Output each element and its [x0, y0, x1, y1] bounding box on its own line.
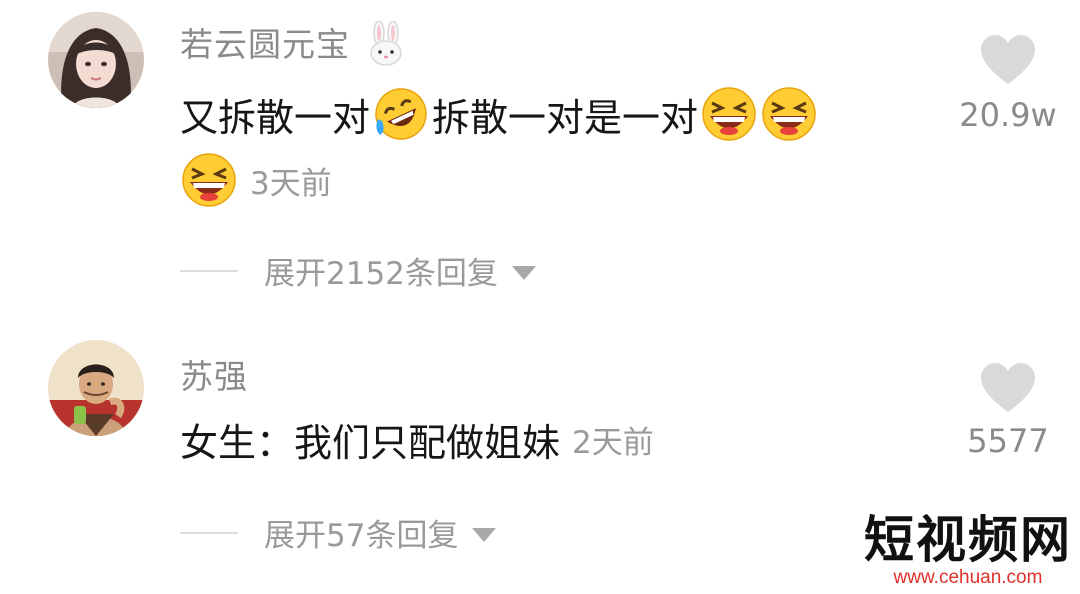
heart-icon [981, 363, 1035, 412]
comment-text-content: 女生：我们只配做姐妹 [180, 420, 561, 465]
site-watermark: 短视频网 www.cehuan.com [864, 512, 1072, 588]
caret-down-icon [511, 265, 536, 280]
like-count: 20.9w [959, 96, 1057, 134]
comment-username[interactable]: 苏强 [180, 350, 248, 398]
watermark-title: 短视频网 [864, 510, 1072, 569]
expand-replies-button[interactable]: 展开57条回复 [180, 510, 497, 555]
divider-dash [180, 269, 238, 272]
watermark-url: www.cehuan.com [893, 567, 1043, 588]
heart-icon [981, 35, 1035, 84]
like-count: 5577 [967, 422, 1049, 460]
comment-text-part1: 又拆散一对 [180, 95, 371, 140]
laughing-emoji [702, 87, 756, 141]
laughing-emoji [182, 153, 236, 207]
like-button[interactable] [948, 362, 1068, 418]
comment-time: 2天前 [572, 424, 654, 461]
rabbit-icon [369, 19, 402, 66]
comment-text: 女生：我们只配做姐妹 2天前 [180, 410, 654, 468]
expand-replies-label: 展开2152条回复 [264, 256, 498, 292]
like-button[interactable] [948, 34, 1068, 90]
comment-username[interactable]: 若云圆元宝 [180, 18, 406, 67]
caret-down-icon [472, 527, 497, 542]
comment-time: 3天前 [250, 165, 332, 202]
avatar[interactable] [48, 12, 144, 108]
expand-replies-label: 展开57条回复 [264, 518, 459, 554]
expand-replies-button[interactable]: 展开2152条回复 [180, 248, 536, 293]
username-text: 若云圆元宝 [180, 25, 350, 64]
rofl-emoji [375, 88, 427, 140]
comment-item: 若云圆元宝 又拆散一对 拆散一对是一对 3天前 20.9w 展开2152条回复 [0, 0, 1080, 320]
avatar[interactable] [48, 340, 144, 436]
divider-dash [180, 531, 238, 534]
comment-text-part2: 拆散一对是一对 [432, 95, 699, 140]
username-text: 苏强 [180, 357, 248, 396]
laughing-emoji [762, 87, 816, 141]
comment-text: 又拆散一对 拆散一对是一对 [180, 82, 818, 146]
comment-meta-line: 3天前 [180, 148, 332, 212]
